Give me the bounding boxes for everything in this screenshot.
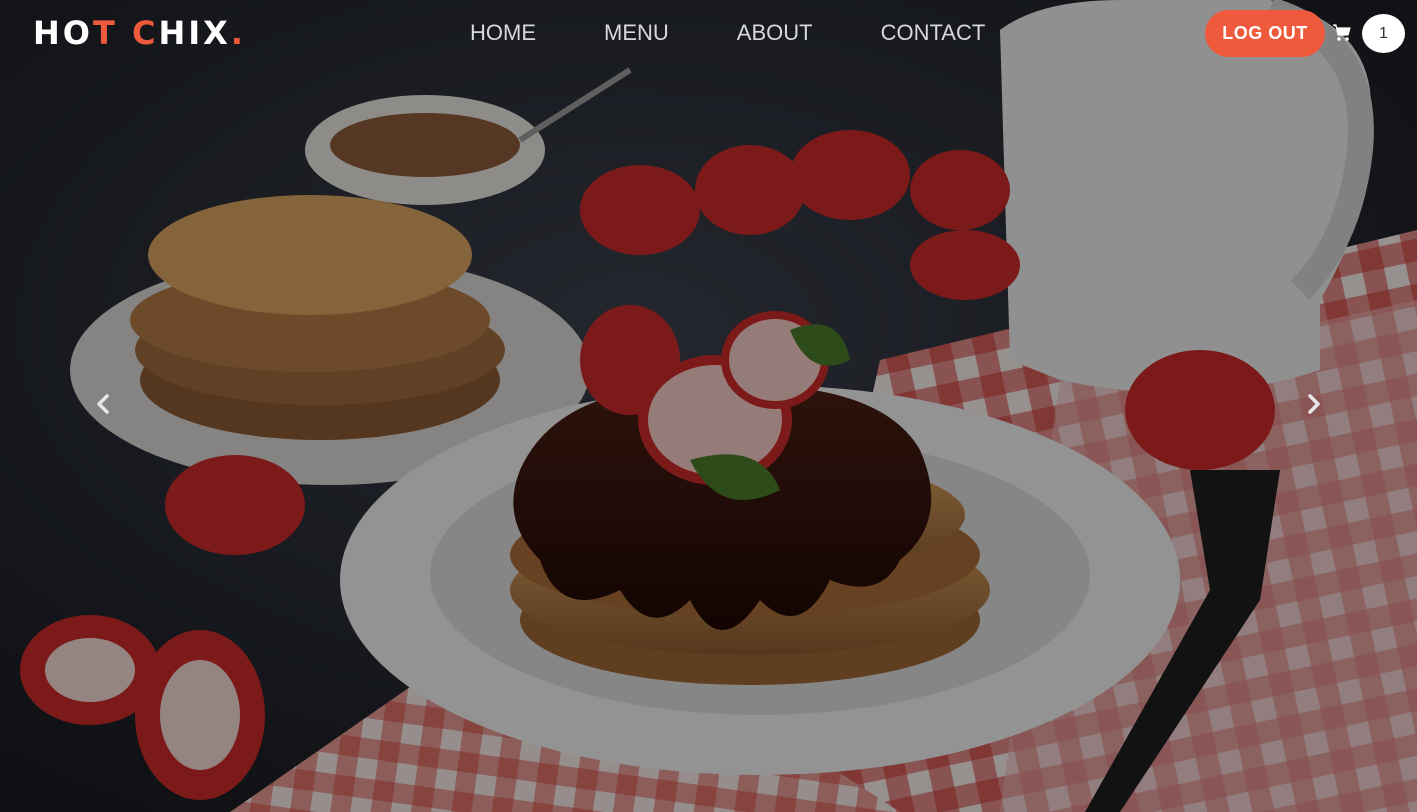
cart-icon[interactable] xyxy=(1333,24,1351,42)
chevron-left-icon[interactable] xyxy=(91,392,115,416)
brand-part: HO xyxy=(33,14,93,52)
top-navbar: HOT CHIX. HOME MENU ABOUT CONTACT LOG OU… xyxy=(0,0,1417,66)
brand-dot: . xyxy=(230,14,246,52)
logout-button[interactable]: LOG OUT xyxy=(1205,10,1325,57)
hero-carousel xyxy=(0,0,1417,812)
brand-accent: T xyxy=(92,14,118,52)
nav-links: HOME MENU ABOUT CONTACT xyxy=(470,16,985,50)
brand-accent: C xyxy=(117,14,159,52)
brand-logo[interactable]: HOT CHIX. xyxy=(33,13,246,53)
chevron-right-icon[interactable] xyxy=(1302,392,1326,416)
nav-contact-link[interactable]: CONTACT xyxy=(881,16,986,50)
brand-part: HIX xyxy=(158,14,231,52)
nav-home-link[interactable]: HOME xyxy=(470,16,536,50)
hero-image xyxy=(0,0,1417,812)
cart-count-badge[interactable]: 1 xyxy=(1362,14,1405,53)
nav-menu-link[interactable]: MENU xyxy=(604,16,669,50)
nav-about-link[interactable]: ABOUT xyxy=(737,16,813,50)
